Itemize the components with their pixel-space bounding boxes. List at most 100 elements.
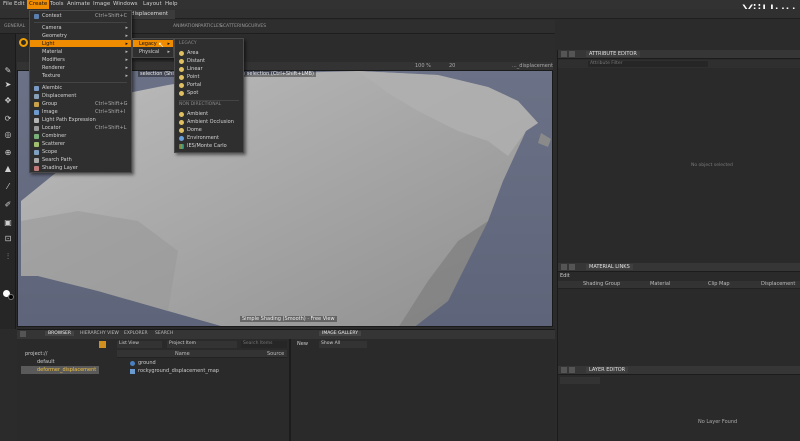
menu-help[interactable]: Help bbox=[165, 1, 178, 7]
col-name[interactable]: Name bbox=[175, 351, 190, 357]
menu-item-material[interactable]: Material bbox=[42, 49, 62, 55]
menu-item-physical[interactable]: Physical bbox=[139, 49, 159, 55]
menu-item-combiner[interactable]: Combiner bbox=[42, 133, 66, 139]
menu-item-distant[interactable]: Distant bbox=[187, 58, 205, 64]
ruler-icon[interactable]: ⫶ bbox=[3, 252, 13, 262]
frame-field[interactable]: 20 bbox=[449, 63, 455, 69]
lock-icon[interactable] bbox=[561, 264, 567, 270]
menu-item-search-path[interactable]: Search Path bbox=[42, 157, 72, 163]
mode-animation[interactable]: ANIMATION bbox=[173, 24, 198, 29]
mode-particles[interactable]: PARTICLES bbox=[198, 24, 222, 29]
material-links-title[interactable]: MATERIAL LINKS bbox=[586, 264, 633, 270]
tree-default[interactable]: default bbox=[37, 359, 55, 365]
object-field[interactable]: ..._displacement bbox=[512, 63, 553, 69]
lock-icon[interactable] bbox=[20, 331, 26, 337]
menu-item-light[interactable]: Light bbox=[42, 41, 54, 47]
project-filter-select[interactable]: Project Item bbox=[167, 341, 237, 348]
menu-item-texture[interactable]: Texture bbox=[42, 73, 60, 79]
menu-edit[interactable]: Edit bbox=[14, 1, 25, 7]
menu-item-scope[interactable]: Scope bbox=[42, 149, 57, 155]
pin-icon[interactable] bbox=[569, 51, 575, 57]
menu-item-linear[interactable]: Linear bbox=[187, 66, 203, 72]
menu-item-displacement[interactable]: Displacement bbox=[42, 93, 76, 99]
attribute-filter-input[interactable]: Attribute Filter bbox=[588, 61, 708, 67]
gallery-show-select[interactable]: Show All bbox=[319, 341, 367, 348]
move-icon[interactable]: ✥ bbox=[3, 96, 13, 106]
frame-icon[interactable]: ▣ bbox=[3, 218, 13, 228]
menu-file[interactable]: File bbox=[3, 1, 12, 7]
color-bg-icon[interactable] bbox=[8, 294, 14, 300]
tab-search[interactable]: SEARCH bbox=[152, 331, 176, 336]
menu-item-context[interactable]: Context bbox=[42, 13, 62, 19]
menu-item-group[interactable]: Group bbox=[42, 101, 57, 107]
eyedropper-icon[interactable]: ✐ bbox=[3, 200, 13, 210]
col-clip-map[interactable]: Clip Map bbox=[708, 281, 730, 288]
browser-search-input[interactable]: Search Items bbox=[241, 341, 287, 348]
rotate-icon[interactable]: ⟳ bbox=[3, 114, 13, 124]
attribute-editor-title[interactable]: ATTRIBUTE EDITOR bbox=[586, 51, 640, 57]
menu-item-renderer[interactable]: Renderer bbox=[42, 65, 65, 71]
non-directional-header: NON DIRECTIONAL bbox=[179, 102, 222, 107]
list-item-ground[interactable]: ground bbox=[138, 360, 156, 366]
menu-item-image[interactable]: Image bbox=[42, 109, 58, 115]
menu-windows[interactable]: Windows bbox=[113, 1, 138, 7]
mode-general[interactable]: GENERAL bbox=[4, 24, 25, 29]
tab-hierarchy-view[interactable]: HIERARCHY VIEW bbox=[77, 331, 122, 336]
pin-icon[interactable] bbox=[569, 367, 575, 373]
menu-item-portal[interactable]: Portal bbox=[187, 82, 201, 88]
tree-deformer-displacement[interactable]: deformer_displacement bbox=[37, 367, 96, 373]
tab-image-gallery[interactable]: IMAGE GALLERY bbox=[319, 331, 361, 336]
tab-explorer[interactable]: EXPLORER bbox=[121, 331, 151, 336]
tree-project[interactable]: project:// bbox=[25, 351, 47, 357]
menu-item-point[interactable]: Point bbox=[187, 74, 199, 80]
menu-item-dome[interactable]: Dome bbox=[187, 127, 202, 133]
view-mode-select[interactable]: List View bbox=[117, 341, 162, 348]
menu-item-environment[interactable]: Environment bbox=[187, 135, 219, 141]
crop-icon[interactable]: ⊡ bbox=[3, 234, 13, 244]
stamp-icon[interactable]: ▲ bbox=[3, 164, 13, 174]
menu-item-locator[interactable]: Locator bbox=[42, 125, 61, 131]
col-shading-group[interactable]: Shading Group bbox=[583, 281, 620, 288]
mode-scattering[interactable]: SCATTERING bbox=[220, 24, 248, 29]
pointer-icon[interactable]: ➤ bbox=[3, 80, 13, 90]
menu-item-legacy[interactable]: Legacy bbox=[139, 41, 157, 47]
lock-icon[interactable] bbox=[561, 51, 567, 57]
pin-icon[interactable] bbox=[569, 264, 575, 270]
menu-animate[interactable]: Animate bbox=[67, 1, 90, 7]
zoom-field[interactable]: 100 % bbox=[415, 63, 431, 69]
menu-create[interactable]: Create bbox=[27, 0, 50, 9]
menu-item-geometry[interactable]: Geometry bbox=[42, 33, 67, 39]
menu-item-modifiers[interactable]: Modifiers bbox=[42, 57, 65, 63]
gallery-new-button[interactable]: New bbox=[297, 341, 308, 347]
mode-curves[interactable]: CURVES bbox=[248, 24, 266, 29]
menu-item-shading-layer[interactable]: Shading Layer bbox=[42, 165, 78, 171]
menu-item-area[interactable]: Area bbox=[187, 50, 199, 56]
pencil-icon[interactable]: ✎ bbox=[3, 66, 13, 76]
col-displacement[interactable]: Displacement bbox=[761, 281, 795, 288]
menu-item-ambient-occlusion[interactable]: Ambient Occlusion bbox=[187, 119, 234, 125]
document-tab[interactable]: displacement bbox=[125, 10, 175, 19]
menu-item-spot[interactable]: Spot bbox=[187, 90, 198, 96]
brush-icon[interactable]: ⁄ bbox=[3, 182, 13, 192]
menu-item-light-path[interactable]: Light Path Expression bbox=[42, 117, 96, 123]
menu-item-alembic[interactable]: Alembic bbox=[42, 85, 62, 91]
menu-image[interactable]: Image bbox=[93, 1, 110, 7]
menu-item-ambient[interactable]: Ambient bbox=[187, 111, 208, 117]
menu-item-scatterer[interactable]: Scatterer bbox=[42, 141, 65, 147]
scale-icon[interactable]: ◎ bbox=[3, 130, 13, 140]
tab-browser[interactable]: BROWSER bbox=[45, 331, 75, 336]
layer-editor-title[interactable]: LAYER EDITOR bbox=[586, 367, 629, 373]
context-icon[interactable] bbox=[19, 38, 28, 47]
menu-item-camera[interactable]: Camera bbox=[42, 25, 62, 31]
menu-tools[interactable]: Tools bbox=[50, 1, 64, 7]
layer-dropdown[interactable] bbox=[560, 377, 600, 384]
menu-item-ies[interactable]: IES/Monte Carlo bbox=[187, 143, 227, 149]
menu-layout[interactable]: Layout bbox=[143, 1, 162, 7]
list-item-displacement-map[interactable]: rockyground_displacement_map bbox=[138, 368, 219, 374]
material-edit-menu[interactable]: Edit bbox=[560, 273, 570, 279]
col-source[interactable]: Source bbox=[267, 351, 284, 357]
col-material[interactable]: Material bbox=[650, 281, 670, 288]
transform-icon[interactable]: ⊕ bbox=[3, 148, 13, 158]
lock-icon[interactable] bbox=[561, 367, 567, 373]
folder-icon[interactable] bbox=[99, 341, 106, 348]
